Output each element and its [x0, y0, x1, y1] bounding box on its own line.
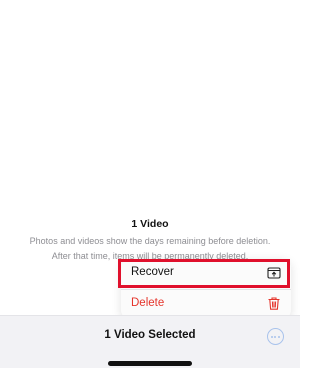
context-menu: Recover Delete	[121, 259, 291, 319]
selection-title: 1 Video Selected	[104, 329, 196, 341]
more-dot	[274, 335, 277, 338]
info-title: 1 Video	[131, 218, 169, 230]
more-dot	[270, 335, 273, 338]
more-dot	[277, 335, 280, 338]
home-indicator	[108, 361, 192, 366]
recover-menu-item[interactable]: Recover	[121, 259, 291, 288]
delete-menu-item[interactable]: Delete	[121, 289, 291, 318]
ellipsis-circle-icon[interactable]	[267, 328, 284, 345]
delete-label: Delete	[131, 297, 165, 309]
info-description: Photos and videos show the days remainin…	[29, 236, 271, 246]
recover-label: Recover	[131, 266, 174, 278]
trash-icon	[268, 297, 280, 310]
recover-tray-icon	[267, 267, 281, 279]
